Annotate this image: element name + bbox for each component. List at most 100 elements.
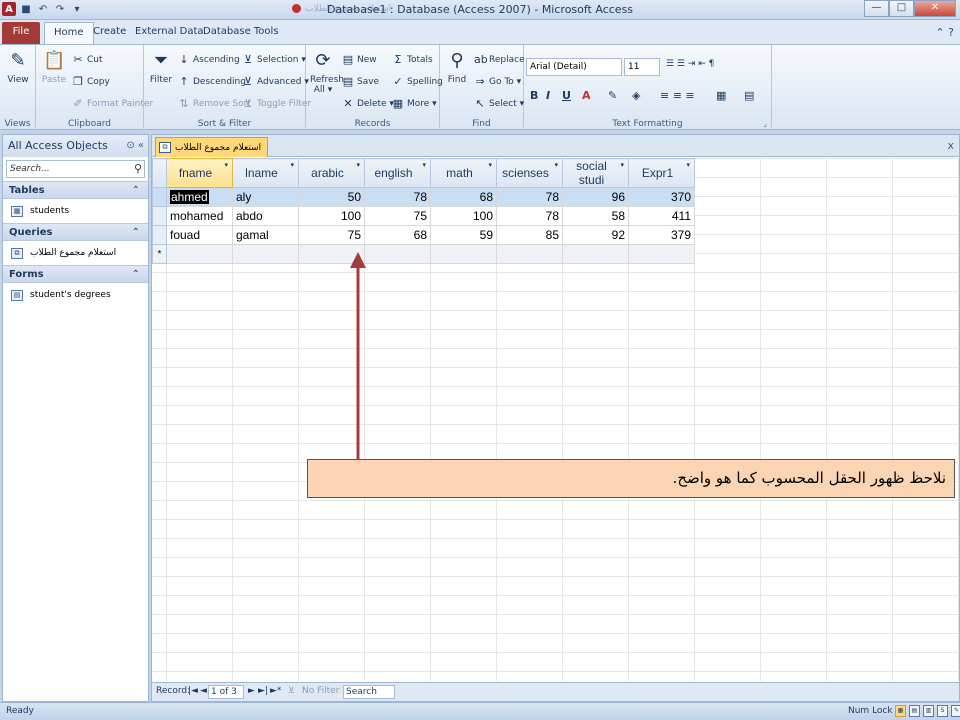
table-cell[interactable]: mohamed — [166, 206, 233, 226]
bold-button[interactable]: B — [530, 89, 538, 102]
dropdown-icon[interactable]: ▾ — [224, 161, 228, 169]
dialog-launcher-icon[interactable]: ⌟ — [763, 119, 767, 128]
sql-view-icon[interactable]: S — [937, 705, 948, 717]
font-size-select[interactable]: 11 — [624, 58, 660, 76]
pivot-chart-view-icon[interactable]: ▥ — [923, 705, 934, 717]
format-painter-button[interactable]: ✐ Format Painter — [72, 97, 153, 110]
dropdown-icon[interactable]: ▾ — [620, 161, 624, 169]
table-cell[interactable]: 379 — [628, 225, 695, 245]
highlight-icon[interactable]: ✎ — [608, 89, 617, 102]
underline-button[interactable]: U — [562, 89, 571, 102]
table-cell[interactable]: 78 — [496, 206, 563, 226]
tab-file[interactable]: File — [2, 22, 40, 44]
table-cell[interactable] — [166, 244, 233, 264]
table-cell[interactable]: 68 — [430, 187, 497, 207]
dropdown-icon[interactable]: ▾ — [554, 161, 558, 169]
nav-item-students[interactable]: ▦ students — [3, 199, 148, 223]
paste-button[interactable]: 📋 Paste — [41, 49, 67, 85]
table-cell[interactable]: aly — [232, 187, 299, 207]
spelling-button[interactable]: ✓ Spelling — [392, 75, 443, 88]
document-tab-query[interactable]: ⧉ استعلام مجموع الطلاب — [155, 137, 269, 157]
dropdown-icon[interactable]: ▾ — [422, 161, 426, 169]
nav-search-input[interactable]: Search... ⚲ — [6, 160, 145, 178]
goto-button[interactable]: ⇒ Go To ▾ — [474, 75, 521, 88]
copy-button[interactable]: ❐ Copy — [72, 75, 110, 88]
minimize-button[interactable]: — — [864, 0, 889, 17]
table-cell[interactable]: abdo — [232, 206, 299, 226]
new-record-row[interactable]: * — [152, 244, 695, 264]
search-icon[interactable]: ⚲ — [134, 161, 142, 177]
column-header[interactable]: english ▾ — [364, 158, 431, 188]
table-cell[interactable]: 370 — [628, 187, 695, 207]
table-cell[interactable]: 59 — [430, 225, 497, 245]
collapse-icon[interactable]: ⌃ — [132, 224, 140, 242]
descending-button[interactable]: ↑ Descending — [178, 75, 246, 88]
font-name-select[interactable]: Arial (Detail) — [526, 58, 622, 76]
alternate-row-icon[interactable]: ▤ — [744, 89, 754, 102]
new-record-button[interactable]: ▤ New — [342, 53, 377, 66]
font-color-icon[interactable]: A — [582, 89, 591, 102]
design-view-icon[interactable]: ✎ — [951, 705, 960, 717]
row-selector[interactable] — [152, 206, 167, 226]
nav-category-tables[interactable]: Tables ⌃ — [3, 181, 148, 199]
column-header[interactable]: fname ▾ — [166, 158, 233, 188]
table-cell[interactable] — [430, 244, 497, 264]
new-record-marker[interactable]: * — [152, 244, 167, 264]
column-header[interactable]: arabic ▾ — [298, 158, 365, 188]
select-button[interactable]: ↖ Select ▾ — [474, 97, 524, 110]
column-header[interactable]: Expr1 ▾ — [628, 158, 695, 188]
delete-record-button[interactable]: ✕ Delete ▾ — [342, 97, 394, 110]
gridlines-icon[interactable]: ▦ — [716, 89, 726, 102]
row-selector[interactable] — [152, 187, 167, 207]
no-filter-indicator[interactable]: No Filter — [302, 686, 339, 696]
fill-color-icon[interactable]: ◈ — [632, 89, 640, 102]
nav-menu-icon[interactable]: ⊙ « — [126, 135, 144, 157]
next-record-button[interactable]: ► — [248, 686, 255, 696]
table-cell[interactable] — [232, 244, 299, 264]
table-row[interactable]: mohamed abdo 100 75 100 78 58 411 — [152, 206, 695, 226]
dropdown-icon[interactable]: ▾ — [686, 161, 690, 169]
bullets-icon[interactable]: ☰ ☰ ⇥ ⇤ ¶ — [666, 59, 714, 69]
datasheet-view-icon[interactable]: ▦ — [895, 705, 906, 717]
tab-database-tools[interactable]: Database Tools — [194, 22, 288, 44]
table-cell[interactable]: 85 — [496, 225, 563, 245]
close-button[interactable]: ✕ — [914, 0, 956, 17]
filter-status-icon[interactable]: ⊻ — [288, 686, 295, 696]
replace-button[interactable]: ab Replace — [474, 53, 525, 66]
filter-button[interactable]: ⏷ Filter — [148, 49, 174, 85]
help-icon[interactable]: ⌃ ? — [935, 26, 954, 39]
column-header[interactable]: scienses ▾ — [496, 158, 563, 188]
view-button[interactable]: ✎ View — [5, 49, 31, 85]
column-header[interactable]: lname ▾ — [232, 158, 299, 188]
last-record-button[interactable]: ►| — [258, 686, 268, 696]
previous-record-button[interactable]: ◄ — [200, 686, 207, 696]
nav-category-forms[interactable]: Forms ⌃ — [3, 265, 148, 283]
dropdown-icon[interactable]: ▾ — [488, 161, 492, 169]
table-cell[interactable]: 100 — [430, 206, 497, 226]
first-record-button[interactable]: |◄ — [188, 686, 198, 696]
advanced-button[interactable]: ⊻ Advanced ▾ — [242, 75, 309, 88]
selection-button[interactable]: ⊻ Selection ▾ — [242, 53, 306, 66]
table-row[interactable]: ahmed aly 50 78 68 78 96 370 — [152, 187, 695, 207]
dropdown-icon[interactable]: ▾ — [290, 161, 294, 169]
table-cell[interactable] — [562, 244, 629, 264]
record-search-input[interactable]: Search — [343, 685, 395, 699]
new-record-nav-button[interactable]: ►* — [270, 686, 281, 696]
dropdown-icon[interactable]: ▾ — [356, 161, 360, 169]
cut-button[interactable]: ✂ Cut — [72, 53, 102, 66]
close-document-icon[interactable]: x — [947, 139, 954, 152]
table-cell[interactable]: 92 — [562, 225, 629, 245]
table-cell[interactable]: 50 — [298, 187, 365, 207]
table-cell[interactable] — [496, 244, 563, 264]
current-record-input[interactable]: 1 of 3 — [208, 685, 244, 699]
align-icons[interactable]: ≡ ≡ ≡ — [660, 89, 695, 102]
row-selector[interactable] — [152, 225, 167, 245]
table-cell[interactable]: 411 — [628, 206, 695, 226]
refresh-all-button[interactable]: ⟳ Refresh All ▾ — [310, 49, 344, 95]
more-button[interactable]: ▦ More ▾ — [392, 97, 437, 110]
table-cell[interactable]: 68 — [364, 225, 431, 245]
nav-header[interactable]: All Access Objects ⊙ « — [3, 135, 148, 157]
table-cell[interactable] — [628, 244, 695, 264]
collapse-icon[interactable]: ⌃ — [132, 182, 140, 200]
table-row[interactable]: fouad gamal 75 68 59 85 92 379 — [152, 225, 695, 245]
